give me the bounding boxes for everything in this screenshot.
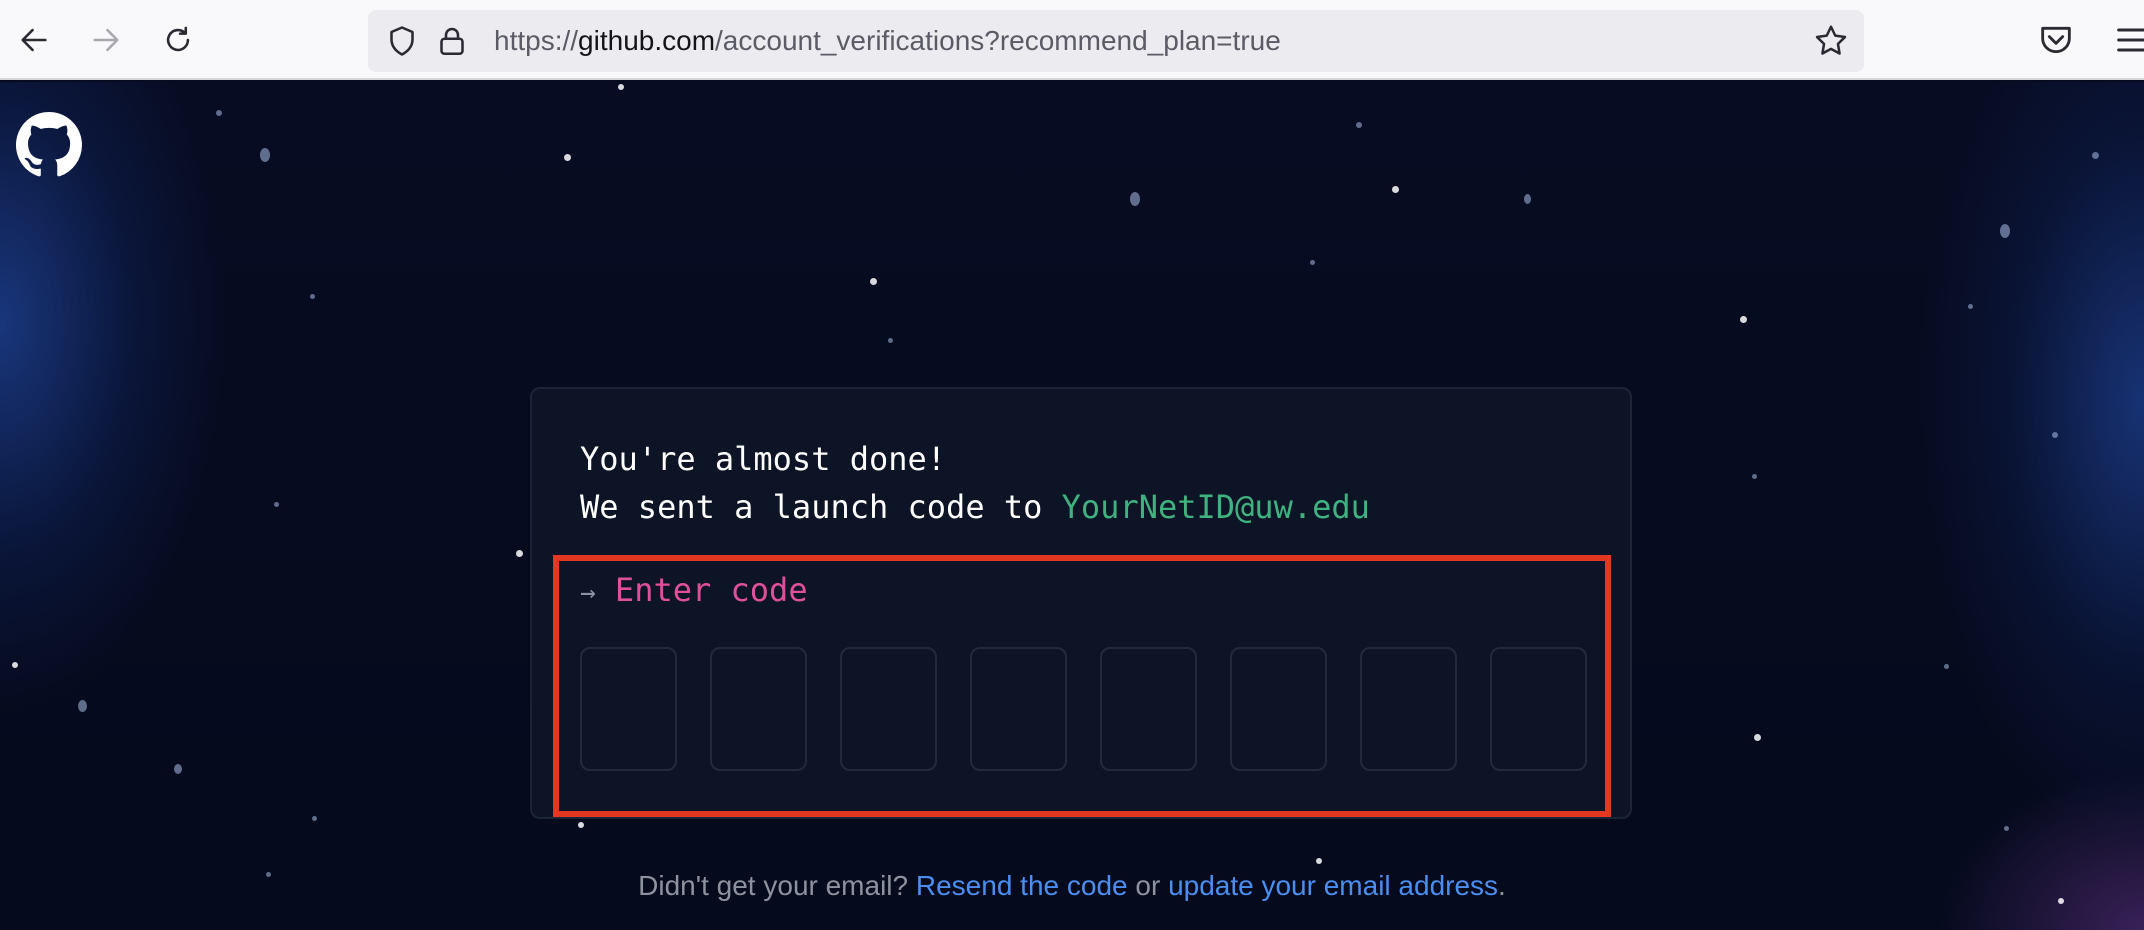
star-decoration [1316,858,1322,864]
star-decoration [2000,224,2010,238]
code-sent-line: We sent a launch code to YourNetID@uw.ed… [580,483,1370,531]
period-text: . [1498,870,1506,901]
star-decoration [260,148,270,162]
code-digit-3[interactable] [840,647,937,771]
star-decoration [888,338,893,343]
url-scheme: https:// [494,25,579,56]
star-decoration [564,154,571,161]
url-host: github.com [578,25,716,56]
star-decoration [516,550,523,557]
star-decoration [618,84,624,90]
star-decoration [216,110,222,116]
url-bar[interactable]: https://github.com/account_verifications… [368,10,1864,72]
url-text[interactable]: https://github.com/account_verifications… [494,25,1281,57]
reload-icon [166,26,190,52]
star-decoration [1524,194,1531,204]
code-digit-5[interactable] [1100,647,1197,771]
email-address: YourNetID@uw.edu [1061,488,1370,526]
enter-code-label: Enter code [614,571,808,609]
forward-button[interactable] [84,18,128,62]
star-decoration [12,662,18,668]
shield-icon[interactable] [384,23,420,59]
back-arrow-icon [21,28,47,52]
code-digit-7[interactable] [1360,647,1457,771]
code-input-group [580,647,1587,771]
code-digit-6[interactable] [1230,647,1327,771]
code-digit-1[interactable] [580,647,677,771]
star-decoration [2052,432,2058,438]
lock-icon[interactable] [434,23,470,59]
code-digit-4[interactable] [970,647,1067,771]
or-text: or [1127,870,1169,901]
url-path: /account_verifications?recommend_plan=tr… [715,25,1281,56]
star-decoration [870,278,877,285]
star-decoration [310,294,315,299]
reload-button[interactable] [156,18,200,62]
back-button[interactable] [12,18,56,62]
browser-toolbar: https://github.com/account_verifications… [0,0,2144,80]
code-digit-8[interactable] [1490,647,1587,771]
star-decoration [1968,304,1973,309]
verification-message: You're almost done! We sent a launch cod… [580,435,1370,531]
bookmark-star-icon[interactable] [1812,22,1850,60]
forward-arrow-icon [93,28,119,52]
resend-footer: Didn't get your email? Resend the code o… [0,870,2144,902]
hamburger-menu-icon[interactable] [2112,20,2144,60]
enter-code-prompt: → Enter code [580,571,808,609]
star-decoration [174,764,182,774]
star-decoration [1310,260,1315,265]
star-decoration [78,700,87,712]
update-email-link[interactable]: update your email address [1168,870,1498,901]
star-decoration [2004,826,2009,831]
prompt-arrow-icon: → [580,578,596,608]
star-decoration [1754,734,1761,741]
code-digit-2[interactable] [710,647,807,771]
star-decoration [1130,192,1140,206]
code-sent-text: We sent a launch code to [580,488,1062,526]
star-decoration [1392,186,1399,193]
resend-code-link[interactable]: Resend the code [916,870,1128,901]
github-octocat-icon[interactable] [16,112,82,178]
star-decoration [1356,122,1362,128]
star-decoration [2092,152,2099,159]
star-decoration [1740,316,1747,323]
verification-page: You're almost done! We sent a launch cod… [0,82,2144,930]
star-decoration [312,816,317,821]
star-decoration [1752,474,1757,479]
star-decoration [578,822,584,828]
verification-card: You're almost done! We sent a launch cod… [530,387,1632,819]
almost-done-heading: You're almost done! [580,440,947,478]
no-email-text: Didn't get your email? [638,870,916,901]
star-decoration [1944,664,1949,669]
star-decoration [274,502,279,507]
pocket-icon[interactable] [2036,20,2076,60]
